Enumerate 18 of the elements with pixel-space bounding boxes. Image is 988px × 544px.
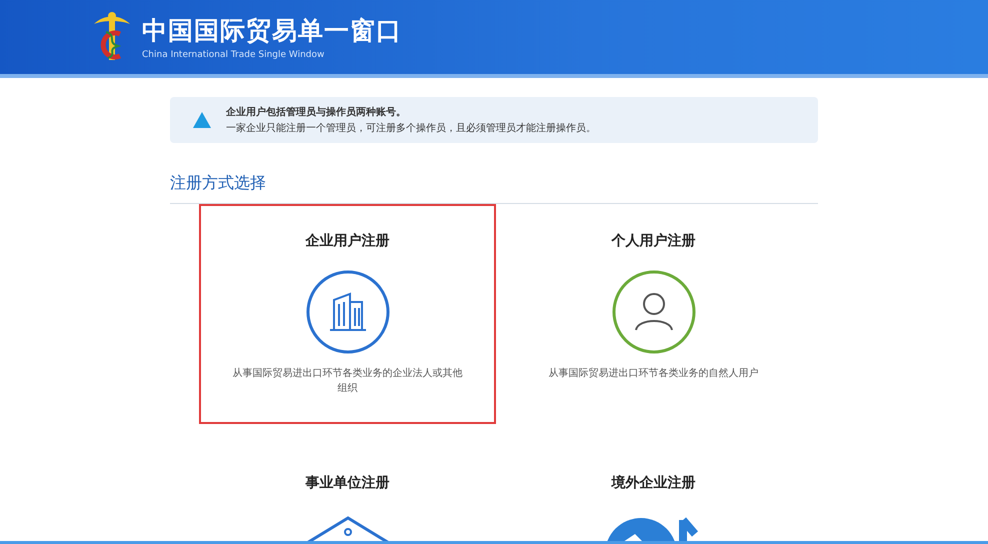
option-description: 从事国际贸易进出口环节各类业务的自然人用户 (548, 366, 760, 381)
registration-option[interactable]: 境外企业注册 (505, 446, 802, 541)
notice-heading: 企业用户包括管理员与操作员两种账号。 (226, 105, 407, 119)
building-icon (306, 270, 390, 354)
warning-icon (192, 111, 212, 129)
option-title: 个人用户注册 (612, 232, 696, 250)
option-title: 境外企业注册 (612, 474, 696, 492)
site-subtitle: China International Trade Single Window (142, 50, 326, 60)
registration-option[interactable]: 个人用户注册 从事国际贸易进出口环节各类业务的自然人用户 (505, 204, 802, 424)
site-title: 中国国际贸易单一窗口 (142, 15, 402, 47)
registration-option[interactable]: 企业用户注册 从事国际贸易进出口环节各类业务的企业法人或其他组织 (199, 204, 496, 424)
option-description: 从事国际贸易进出口环节各类业务的企业法人或其他组织 (232, 366, 462, 396)
section-title: 注册方式选择 (170, 173, 818, 204)
option-title: 事业单位注册 (306, 474, 390, 492)
notice-text: 一家企业只能注册一个管理员，可注册多个操作员，且必须管理员才能注册操作员。 (226, 122, 596, 135)
registration-option[interactable]: 事业单位注册 (199, 446, 496, 541)
option-title: 企业用户注册 (306, 232, 390, 250)
person-icon (612, 270, 696, 354)
